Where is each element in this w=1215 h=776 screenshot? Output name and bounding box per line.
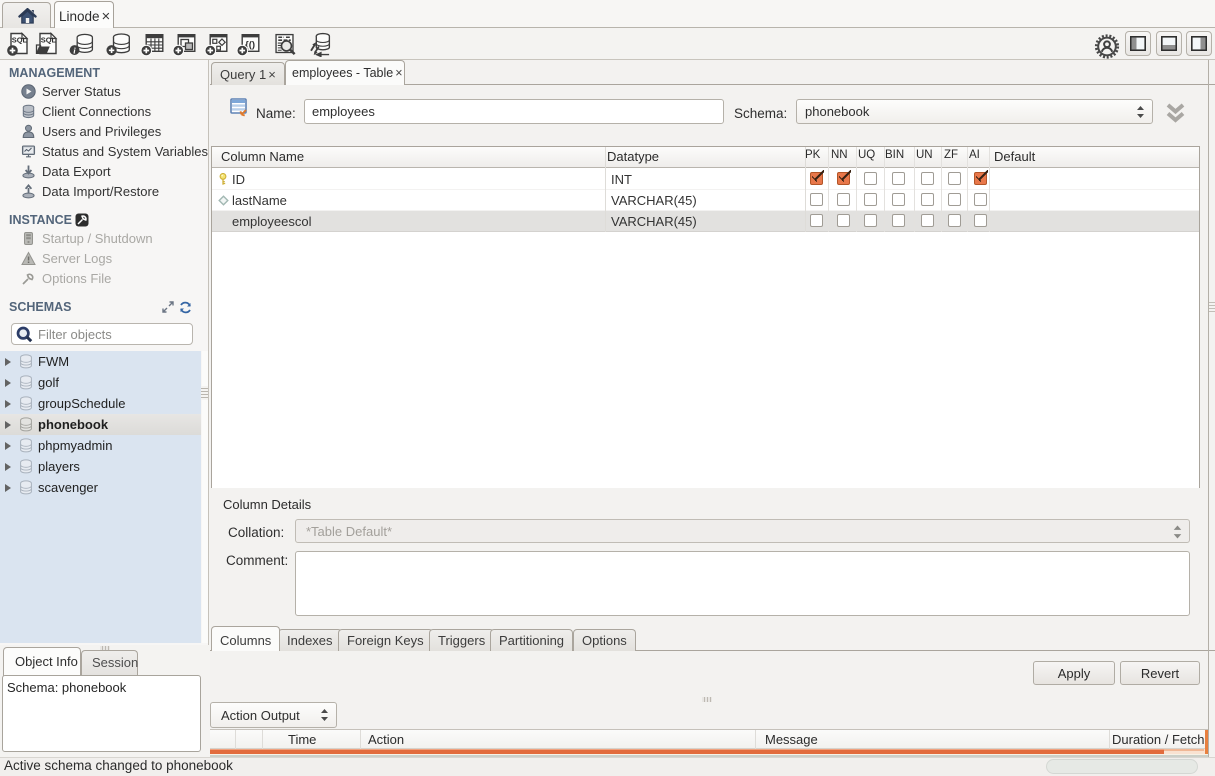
svg-text:SQL: SQL [12, 36, 28, 45]
svg-text:SQL: SQL [41, 36, 57, 45]
